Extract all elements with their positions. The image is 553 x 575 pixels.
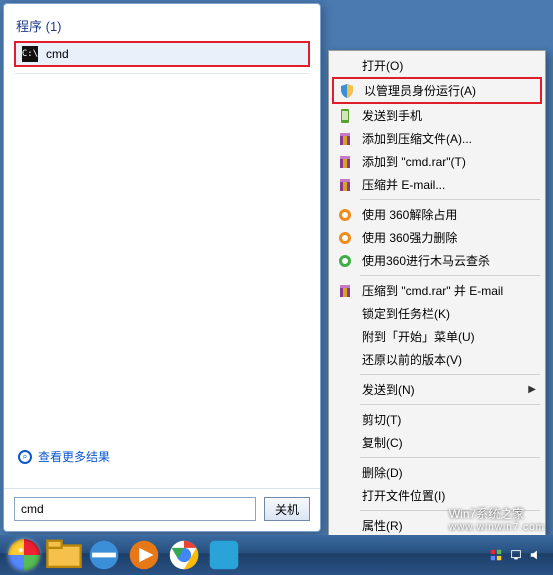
taskbar-chrome[interactable] [165, 540, 203, 570]
menu-separator [360, 374, 540, 375]
menu-item-label: 打开文件位置(I) [362, 487, 536, 504]
menu-item[interactable]: 使用360进行木马云查杀 [332, 249, 542, 272]
blank-icon [336, 434, 354, 452]
menu-item[interactable]: 打开文件位置(I) [332, 484, 542, 507]
rar-icon [336, 176, 354, 194]
menu-item[interactable]: 发送到(N)▶ [332, 378, 542, 401]
menu-item[interactable]: 锁定到任务栏(K) [332, 302, 542, 325]
watermark: Win7系统之家 www.winwin7.com [449, 505, 545, 533]
menu-item[interactable]: 添加到压缩文件(A)... [332, 127, 542, 150]
search-result-cmd[interactable]: C:\ cmd [14, 41, 310, 67]
start-button[interactable] [4, 538, 44, 572]
menu-separator [360, 457, 540, 458]
shield-icon [338, 82, 356, 100]
blank-icon [336, 351, 354, 369]
blank-icon [336, 411, 354, 429]
menu-item[interactable]: 删除(D) [332, 461, 542, 484]
menu-separator [360, 199, 540, 200]
tray-network-icon [509, 548, 523, 562]
menu-item[interactable]: 压缩并 E-mail... [332, 173, 542, 196]
see-more-results[interactable]: ⌕ 查看更多结果 [18, 448, 306, 465]
menu-item-label: 删除(D) [362, 464, 536, 481]
taskbar-media[interactable] [125, 540, 163, 570]
menu-item-label: 添加到 "cmd.rar"(T) [362, 153, 536, 170]
menu-item[interactable]: 附到「开始」菜单(U) [332, 325, 542, 348]
see-more-label: 查看更多结果 [38, 448, 110, 465]
watermark-line1: Win7系统之家 [449, 505, 545, 522]
windows-orb-icon [8, 539, 40, 571]
menu-item[interactable]: 还原以前的版本(V) [332, 348, 542, 371]
open-icon [336, 57, 354, 75]
search-icon: ⌕ [18, 450, 32, 464]
blank-icon [336, 517, 354, 535]
submenu-arrow-icon: ▶ [528, 384, 536, 395]
taskbar-explorer[interactable] [45, 540, 83, 570]
menu-item[interactable]: 复制(C) [332, 431, 542, 454]
search-result-label: cmd [46, 47, 69, 61]
menu-item-label: 打开(O) [362, 57, 536, 74]
search-input[interactable] [14, 497, 256, 521]
blank-icon [336, 305, 354, 323]
divider [14, 73, 310, 74]
menu-item[interactable]: 使用 360解除占用 [332, 203, 542, 226]
taskbar-app[interactable] [205, 540, 243, 570]
spacer [14, 80, 310, 440]
taskbar [0, 535, 553, 575]
section-title-programs: 程序 (1) [16, 16, 308, 35]
menu-item-label: 以管理员身份运行(A) [364, 82, 534, 99]
system-tray[interactable] [489, 548, 549, 562]
blank-icon [336, 328, 354, 346]
menu-item-label: 还原以前的版本(V) [362, 351, 536, 368]
rar-icon [336, 130, 354, 148]
menu-item[interactable]: 使用 360强力删除 [332, 226, 542, 249]
blank-icon [336, 381, 354, 399]
shutdown-button[interactable]: 关机 [264, 497, 310, 521]
tray-flag-icon [489, 548, 503, 562]
blank-icon [336, 487, 354, 505]
start-menu-body: 程序 (1) C:\ cmd ⌕ 查看更多结果 [4, 4, 320, 488]
menu-item[interactable]: 以管理员身份运行(A) [332, 77, 542, 104]
360-green-icon [336, 252, 354, 270]
menu-item-label: 使用 360强力删除 [362, 229, 536, 246]
menu-item-label: 锁定到任务栏(K) [362, 305, 536, 322]
menu-item-label: 使用 360解除占用 [362, 206, 536, 223]
menu-item-label: 发送到手机 [362, 107, 536, 124]
rar-icon [336, 153, 354, 171]
menu-item-label: 压缩并 E-mail... [362, 176, 536, 193]
menu-item[interactable]: 打开(O) [332, 54, 542, 77]
menu-item[interactable]: 添加到 "cmd.rar"(T) [332, 150, 542, 173]
menu-item-label: 使用360进行木马云查杀 [362, 252, 536, 269]
watermark-line2: www.winwin7.com [449, 522, 545, 533]
blank-icon [336, 464, 354, 482]
360-orange-icon [336, 206, 354, 224]
menu-item[interactable]: 剪切(T) [332, 408, 542, 431]
tray-sound-icon [529, 548, 543, 562]
menu-item-label: 剪切(T) [362, 411, 536, 428]
menu-item-label: 附到「开始」菜单(U) [362, 328, 536, 345]
taskbar-ie[interactable] [85, 540, 123, 570]
start-menu: 程序 (1) C:\ cmd ⌕ 查看更多结果 关机 [3, 3, 321, 532]
menu-separator [360, 404, 540, 405]
menu-item[interactable]: 发送到手机 [332, 104, 542, 127]
360-orange-icon [336, 229, 354, 247]
phone-icon [336, 107, 354, 125]
menu-item-label: 发送到(N) [362, 381, 528, 398]
rar-icon [336, 282, 354, 300]
cmd-icon: C:\ [22, 46, 38, 62]
menu-item-label: 压缩到 "cmd.rar" 并 E-mail [362, 282, 536, 299]
menu-item-label: 复制(C) [362, 434, 536, 451]
menu-separator [360, 275, 540, 276]
menu-item[interactable]: 压缩到 "cmd.rar" 并 E-mail [332, 279, 542, 302]
context-menu: 打开(O) 以管理员身份运行(A) 发送到手机添加到压缩文件(A)... 添加到 "c… [328, 50, 546, 541]
start-menu-footer: 关机 [4, 488, 320, 531]
menu-item-label: 添加到压缩文件(A)... [362, 130, 536, 147]
